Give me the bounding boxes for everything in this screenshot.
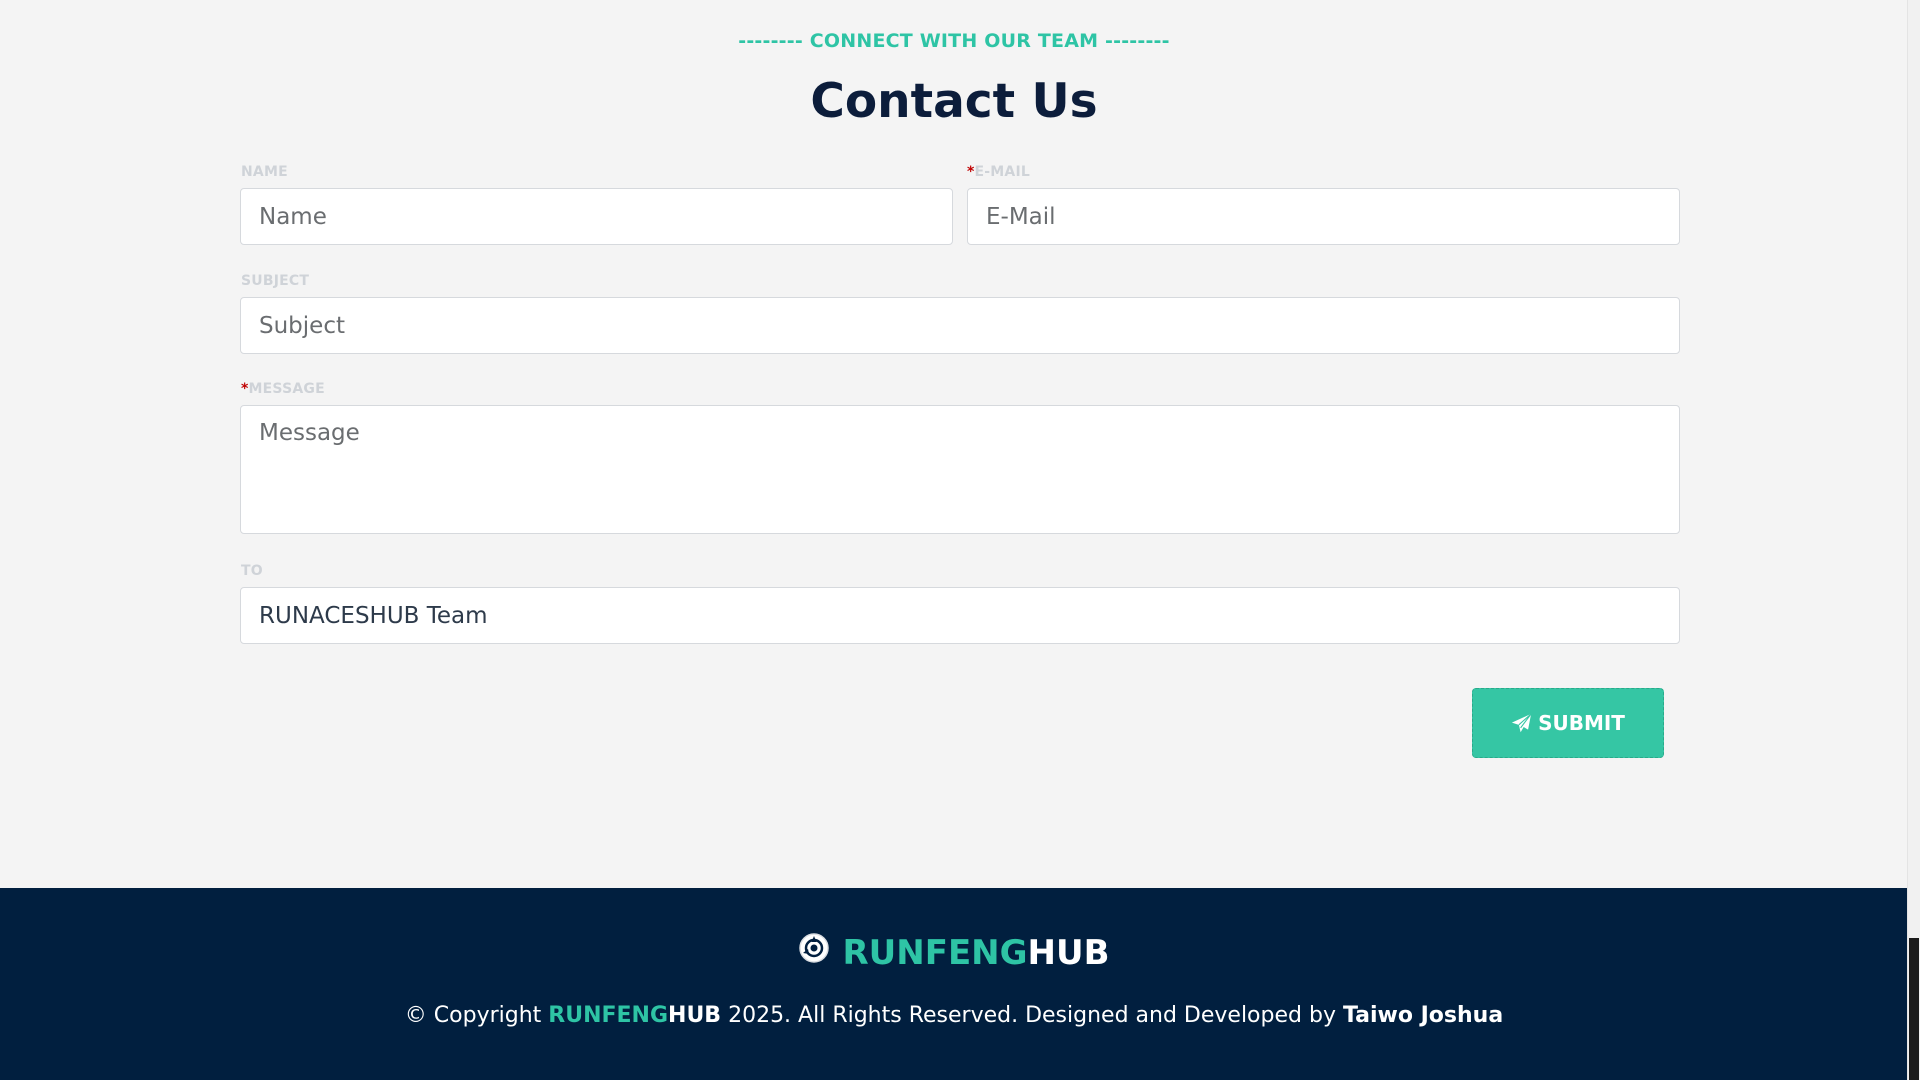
message-field[interactable] [240, 405, 1680, 534]
message-label-text: MESSAGE [248, 381, 325, 397]
copyright-brand-rest: HUB [668, 1003, 722, 1028]
email-label: *E-MAIL [967, 164, 1030, 180]
copyright-suffix: 2025. All Rights Reserved. Designed and … [721, 1003, 1343, 1028]
name-field[interactable] [240, 188, 953, 245]
section-eyebrow: -------- CONNECT WITH OUR TEAM -------- [738, 30, 1170, 52]
to-label: TO [241, 563, 263, 579]
subject-field[interactable] [240, 297, 1680, 354]
email-field[interactable] [967, 188, 1680, 245]
developer-name: Taiwo Joshua [1342, 1003, 1504, 1028]
vertical-scrollbar[interactable] [1907, 0, 1920, 1080]
scrollbar-thumb[interactable] [1909, 938, 1919, 1080]
contact-page: -------- CONNECT WITH OUR TEAM -------- … [0, 0, 1908, 1080]
submit-label: SUBMIT [1538, 711, 1625, 735]
copyright-text: © Copyright RUNFENGHUB 2025. All Rights … [0, 1003, 1908, 1028]
footer-brand-name: RUNFENGHUB [842, 933, 1109, 973]
page-title: Contact Us [810, 74, 1098, 129]
subject-label: SUBJECT [241, 273, 309, 289]
name-label: NAME [241, 164, 288, 180]
to-label-text: TO [241, 563, 263, 579]
email-label-text: E-MAIL [974, 164, 1031, 180]
subject-label-text: SUBJECT [241, 273, 310, 289]
brand-logo-icon [798, 932, 830, 973]
name-label-text: NAME [241, 164, 288, 180]
email-required-mark: * [967, 164, 975, 180]
copyright-prefix: © Copyright [404, 1003, 549, 1028]
to-field[interactable] [240, 587, 1680, 644]
copyright-brand-accent: RUNFENG [548, 1003, 669, 1028]
footer-brand-rest: HUB [1027, 932, 1110, 973]
footer-brand-accent: RUNFENG [842, 932, 1028, 973]
submit-button[interactable]: SUBMIT [1472, 688, 1664, 758]
footer-logo[interactable]: RUNFENGHUB [0, 932, 1908, 973]
paper-plane-icon [1511, 712, 1532, 734]
footer [0, 888, 1908, 1080]
message-label: *MESSAGE [241, 381, 325, 397]
message-required-mark: * [241, 381, 249, 397]
